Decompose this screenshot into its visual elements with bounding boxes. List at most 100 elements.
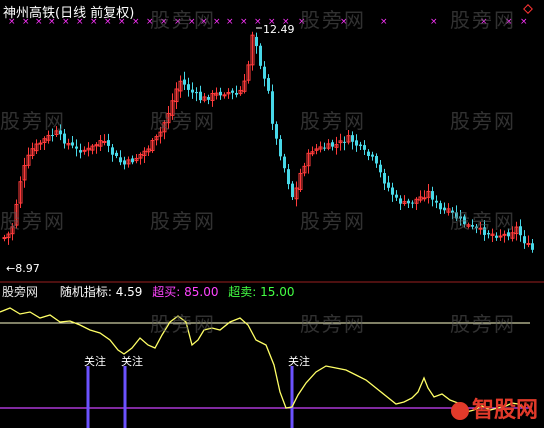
signal-marker: × [380,17,388,27]
candle-body [115,152,118,157]
candle-body [195,91,198,94]
diamond-marker [523,4,533,14]
kdj-line [0,307,527,413]
candle-body [495,235,498,238]
candle-body [2,237,7,240]
candle-body [431,191,434,200]
candle-body [131,158,134,163]
candle-body [111,147,114,155]
candle-body [359,144,362,147]
candle-body [439,203,442,210]
watermark: 股旁网 [450,312,516,336]
candle-body [75,146,78,149]
candle-body [119,157,122,163]
indicator-pane-label: 股旁网 [2,285,39,299]
candle-body [283,156,286,169]
candle-body [235,92,238,95]
candle-body [355,140,358,146]
candle-body [63,133,66,144]
candle-body [379,164,382,173]
candle-body [498,235,503,238]
candle-body [259,45,262,66]
overbought-value: 85.00 [184,285,219,299]
low-price-label: ←8.97 [6,262,40,275]
signal-marker: × [430,17,438,27]
candle-body [407,200,410,204]
high-price-label: 12.49 [263,23,295,36]
candle-body [199,91,202,101]
candle-body [287,169,290,185]
candle-body [79,150,82,153]
attention-label: 关注 [288,354,310,368]
candle-body [275,124,278,139]
candle-body [191,89,194,93]
candle-body [363,145,366,150]
oversold-label: 超卖: [228,285,261,299]
candle-body [435,200,438,203]
watermark: 股旁网 [450,8,516,32]
candle-body [255,36,258,47]
watermark: 股旁网 [0,209,66,233]
watermark: 股旁网 [150,109,216,133]
watermark: 股旁网 [450,209,516,233]
candle-body [387,182,390,188]
candle-body [123,160,126,165]
candle-body [395,194,398,198]
candle-body [411,202,414,204]
candle-body [222,94,227,97]
chart-window: × × × × × × × × × × × × × × × × × × × × × × × × × × × × 12.49 ←8.97 关注… [0,0,544,428]
signal-marker: × [254,17,262,27]
watermark: 股旁网 [150,8,216,32]
candle-body [391,187,394,195]
candle-body [351,135,354,142]
site-logo: 智股网 [450,392,538,424]
candle-body [399,198,402,204]
attention-label: 关注 [84,354,106,368]
candle-body [82,149,87,152]
candle-body [523,236,526,244]
candle-body [502,233,507,236]
candle-body [187,84,190,90]
watermark: 股旁网 [300,109,366,133]
candle-body [331,142,334,147]
candle-body [183,79,186,85]
candle-body [279,139,282,157]
candle-body [207,97,210,100]
watermark: 股旁网 [150,209,216,233]
watermark: 股旁网 [450,109,516,133]
candle-body [271,91,274,124]
candle-body [383,173,386,184]
candle-body [375,155,378,164]
candle-body [519,226,522,236]
candle-body [443,207,446,211]
watermark: 股旁网 [0,109,66,133]
candle-body [267,78,270,91]
candle-body [291,183,294,198]
candle-body [422,197,427,200]
attention-label: 关注 [121,354,143,368]
watermark: 股旁网 [300,312,366,336]
watermark: 股旁网 [150,312,216,336]
candle-body [323,147,326,149]
overbought-label: 超买: [152,285,185,299]
signal-marker: × [226,17,234,27]
indicator-value: 4.59 [115,285,143,299]
candle-body [102,141,107,144]
candle-body [371,154,374,157]
candle-body [531,243,534,250]
candle-body [231,90,234,93]
candle-body [71,142,74,146]
logo-icon [450,402,469,420]
candle-body [343,141,346,143]
candle-body [219,91,222,96]
candle-body [263,66,266,79]
logo-text: 智股网 [471,398,538,423]
watermark: 股旁网 [300,8,366,32]
watermark: 股旁网 [300,209,366,233]
candle-body [51,135,54,137]
chart-title: 神州高铁(日线 前复权) [3,6,135,21]
candle-body [38,142,43,145]
indicator-header: 股旁网 随机指标: 4.59 超买: 85.00 超卖: 15.00 [0,283,301,300]
candle-body [107,140,110,146]
signal-marker: × [240,17,248,27]
